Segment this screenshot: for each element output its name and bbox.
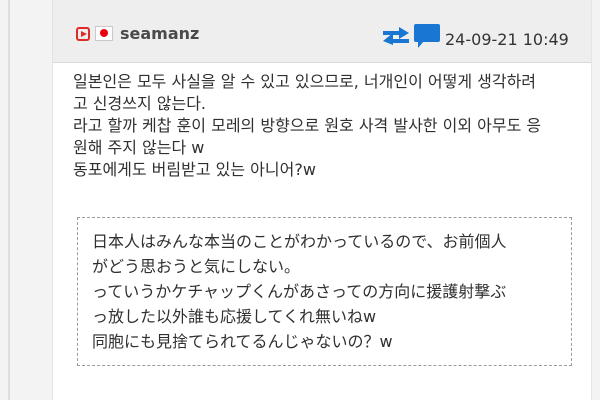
body-line: 원해 주지 않는다 w (73, 138, 205, 157)
quote-line: がどう思おうと気にしない。 (92, 257, 301, 276)
left-divider (8, 0, 10, 400)
body-line: 일본인은 모두 사실을 알 수 있고 있으므로, 너개인이 어떻게 생각하려 (73, 72, 537, 91)
body-line: 고 신경쓰지 않는다. (73, 94, 207, 113)
swap-arrows-icon[interactable] (383, 27, 409, 45)
comment-header: seamanz 24-09-21 10:49 (53, 0, 591, 63)
comment-icon[interactable] (414, 24, 440, 48)
original-text-box: 日本人はみんな本当のことがわかっているので、お前個人 がどう思おうと気にしない。… (77, 217, 572, 366)
body-line: 동포에게도 버림받고 있는 아니어?w (73, 160, 316, 179)
quote-line: っていうかケチャップくんがあさっての方向に援護射撃ぶ (92, 282, 507, 301)
comment-card: seamanz 24-09-21 10:49 일본인은 모두 사실을 알 수 있… (52, 0, 592, 400)
original-text: 日本人はみんな本当のことがわかっているので、お前個人 がどう思おうと気にしない。… (92, 229, 507, 354)
japan-flag-icon (95, 26, 113, 41)
username[interactable]: seamanz (120, 24, 199, 44)
video-play-icon[interactable] (76, 27, 90, 41)
quote-line: 日本人はみんな本当のことがわかっているので、お前個人 (92, 232, 507, 251)
timestamp: 24-09-21 10:49 (445, 30, 569, 49)
page: seamanz 24-09-21 10:49 일본인은 모두 사실을 알 수 있… (0, 0, 600, 400)
quote-line: 同胞にも見捨てられてるんじゃないの？w (92, 332, 393, 351)
quote-line: っ放した以外誰も応援してくれ無いねw (92, 307, 377, 326)
comment-body: 일본인은 모두 사실을 알 수 있고 있으므로, 너개인이 어떻게 생각하려 고… (73, 71, 573, 181)
body-line: 라고 할까 케찹 훈이 모레의 방향으로 원호 사격 발사한 이외 아무도 응 (73, 116, 542, 135)
